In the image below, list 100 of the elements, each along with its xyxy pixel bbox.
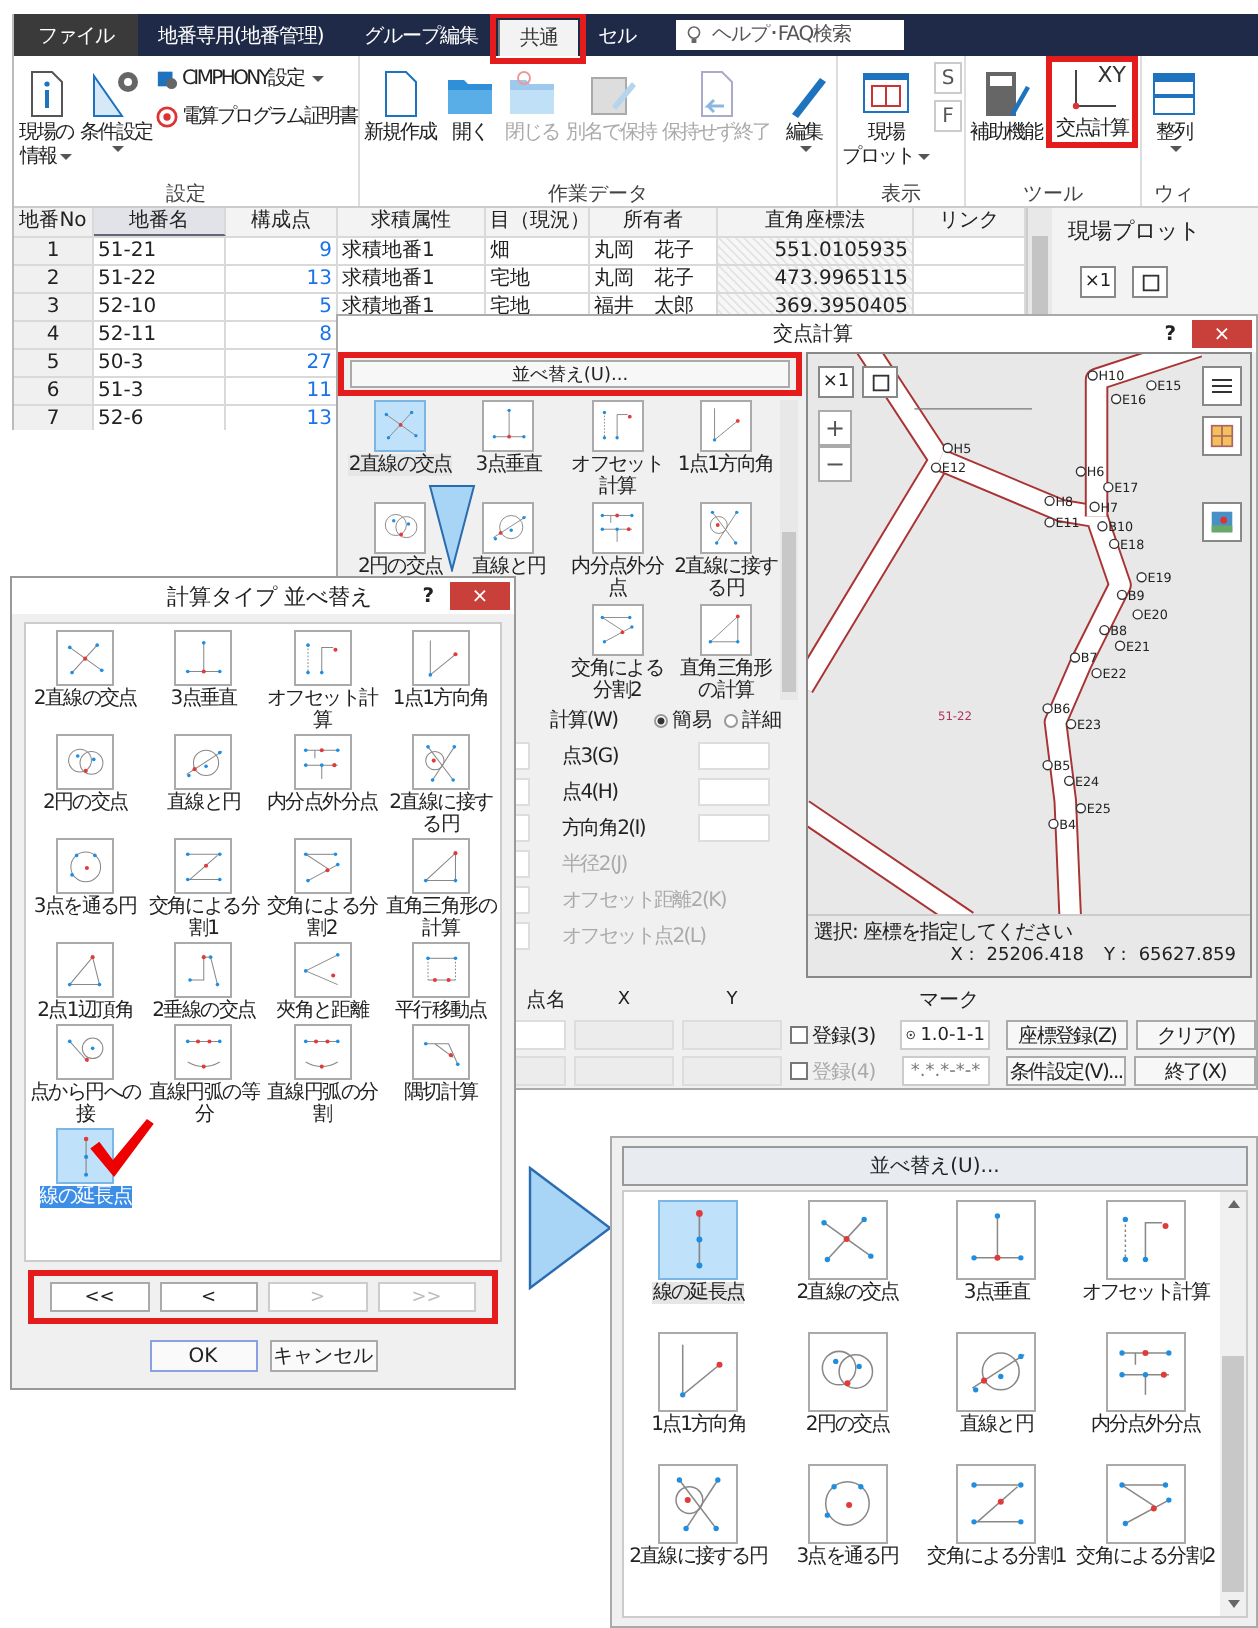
calculation-type-tile[interactable] bbox=[699, 400, 752, 452]
calculation-type-tile[interactable] bbox=[411, 734, 470, 790]
close-button[interactable]: × bbox=[1192, 320, 1252, 348]
calculation-type-tile[interactable] bbox=[293, 838, 352, 894]
survey-point-icon[interactable] bbox=[1091, 667, 1102, 679]
survey-point-icon[interactable] bbox=[1114, 640, 1126, 651]
calculation-type-tile[interactable] bbox=[807, 1464, 888, 1544]
calculation-type-tile[interactable] bbox=[293, 630, 352, 686]
frame-button[interactable] bbox=[862, 366, 898, 398]
calculation-type-tile[interactable] bbox=[56, 630, 115, 686]
scrollbar[interactable] bbox=[1220, 1192, 1246, 1616]
ribbon-button[interactable]: XY 交点計算 bbox=[1046, 56, 1139, 148]
column-header[interactable]: 地番名 bbox=[94, 208, 226, 236]
radio-option[interactable]: 詳細 bbox=[724, 706, 782, 734]
zoom-in-button[interactable]: + bbox=[818, 410, 852, 446]
calculation-type-tile[interactable] bbox=[411, 942, 470, 998]
calculation-type-tile[interactable] bbox=[293, 942, 352, 998]
survey-point-icon[interactable] bbox=[1065, 718, 1077, 730]
input-field[interactable] bbox=[574, 1056, 674, 1086]
column-header[interactable]: リンク bbox=[914, 208, 1026, 236]
input-field[interactable] bbox=[698, 778, 770, 806]
calculation-type-tile[interactable] bbox=[174, 942, 233, 998]
close-button[interactable]: × bbox=[450, 582, 510, 610]
calculation-type-tile[interactable] bbox=[699, 604, 752, 656]
calculation-type-tile[interactable] bbox=[174, 1024, 233, 1080]
calculation-type-tile[interactable] bbox=[807, 1200, 888, 1280]
survey-point-icon[interactable] bbox=[1069, 652, 1081, 663]
calculation-type-tile[interactable] bbox=[1105, 1200, 1186, 1280]
ribbon-button[interactable]: 開く bbox=[440, 62, 501, 150]
column-header[interactable]: 直角座標法 bbox=[718, 208, 914, 236]
column-header[interactable]: 構成点 bbox=[226, 208, 338, 236]
dialog-button[interactable]: 座標登録(Z) bbox=[1006, 1020, 1128, 1050]
ribbon-button[interactable]: F bbox=[934, 100, 963, 132]
calculation-type-tile[interactable] bbox=[591, 604, 644, 656]
calculation-type-tile[interactable] bbox=[174, 734, 233, 790]
calculation-type-tile[interactable] bbox=[293, 734, 352, 790]
column-header[interactable]: 目（現況） bbox=[486, 208, 590, 236]
survey-point-icon[interactable] bbox=[1087, 370, 1098, 381]
sort-button[interactable]: 並べ替え(U)... bbox=[622, 1146, 1248, 1186]
survey-point-icon[interactable] bbox=[1099, 624, 1110, 636]
ribbon-tab[interactable]: ファイル bbox=[14, 14, 138, 56]
calculation-type-tile[interactable] bbox=[658, 1332, 739, 1412]
calculation-type-tile[interactable] bbox=[411, 1024, 470, 1080]
calculation-type-tile[interactable] bbox=[56, 942, 115, 998]
ok-button[interactable]: OK bbox=[149, 1340, 257, 1372]
ribbon-button[interactable]: 電算プログラム証明書 bbox=[156, 100, 357, 132]
input-field[interactable] bbox=[682, 1056, 782, 1086]
calculation-type-tile[interactable] bbox=[411, 838, 470, 894]
ribbon-button[interactable]: 整列 bbox=[1144, 62, 1205, 156]
survey-point-icon[interactable] bbox=[1110, 393, 1122, 405]
image-button[interactable] bbox=[1202, 502, 1242, 542]
calculation-type-tile[interactable] bbox=[174, 630, 233, 686]
calculation-type-tile[interactable] bbox=[591, 400, 644, 452]
column-header[interactable]: 地番No bbox=[14, 208, 94, 236]
survey-point-icon[interactable] bbox=[1044, 517, 1055, 528]
scrollbar[interactable] bbox=[780, 400, 798, 700]
ribbon-tab[interactable]: グループ編集 bbox=[343, 14, 498, 56]
survey-point-icon[interactable] bbox=[942, 442, 953, 454]
ribbon-tab[interactable]: セル bbox=[577, 14, 656, 56]
calculation-type-tile[interactable] bbox=[956, 1464, 1037, 1544]
survey-point-icon[interactable] bbox=[1103, 481, 1114, 493]
mark-field[interactable]: 1.0-1-1 bbox=[900, 1020, 991, 1050]
ribbon-button[interactable]: 編集 bbox=[774, 62, 835, 156]
navigation-button[interactable]: << bbox=[50, 1282, 149, 1312]
calculation-type-tile[interactable] bbox=[658, 1464, 739, 1544]
survey-point-icon[interactable] bbox=[1109, 538, 1120, 550]
column-header[interactable]: 求積属性 bbox=[338, 208, 486, 236]
layout-button[interactable] bbox=[1202, 416, 1242, 456]
cancel-button[interactable]: キャンセル bbox=[269, 1340, 377, 1372]
calculation-type-tile[interactable] bbox=[956, 1200, 1037, 1280]
survey-point-icon[interactable] bbox=[1089, 501, 1100, 512]
calculation-type-tile[interactable] bbox=[293, 1024, 352, 1080]
ribbon-button[interactable]: 新規作成 bbox=[362, 62, 439, 150]
zoom-reset-button[interactable]: ×1 bbox=[1080, 266, 1116, 298]
ribbon-button[interactable]: 補助機能 bbox=[968, 62, 1045, 150]
ribbon-tab[interactable]: 地番専用(地番管理) bbox=[138, 14, 344, 56]
survey-point-icon[interactable] bbox=[1136, 572, 1147, 583]
survey-point-icon[interactable] bbox=[1132, 609, 1143, 620]
calculation-type-tile[interactable] bbox=[807, 1332, 888, 1412]
calculation-type-tile[interactable] bbox=[56, 734, 115, 790]
calculation-type-tile[interactable] bbox=[658, 1200, 739, 1280]
survey-point-icon[interactable] bbox=[930, 462, 942, 473]
calculation-type-tile[interactable] bbox=[411, 630, 470, 686]
help-button[interactable]: ? bbox=[406, 585, 450, 607]
input-field[interactable] bbox=[698, 742, 770, 770]
survey-point-icon[interactable] bbox=[1044, 495, 1055, 507]
calculation-type-tile[interactable] bbox=[374, 502, 427, 554]
ribbon-button[interactable]: S bbox=[934, 62, 963, 94]
ribbon-button[interactable]: 現場 プロット bbox=[840, 62, 933, 174]
calculation-type-tile[interactable] bbox=[482, 502, 535, 554]
calculation-type-tile[interactable] bbox=[56, 1128, 115, 1184]
calculation-type-tile[interactable] bbox=[56, 1024, 115, 1080]
ribbon-button[interactable]: CIMPHONY設定 bbox=[156, 62, 357, 94]
help-button[interactable]: ? bbox=[1148, 323, 1192, 345]
ribbon-button[interactable]: 現場の 情報 bbox=[16, 62, 76, 174]
zoom-reset-button[interactable]: ×1 bbox=[818, 366, 854, 398]
survey-point-icon[interactable] bbox=[1146, 380, 1157, 391]
radio-option[interactable]: 簡易 bbox=[654, 706, 712, 734]
checkbox[interactable]: 登録(3) bbox=[790, 1021, 893, 1049]
calculation-type-tile[interactable] bbox=[956, 1332, 1037, 1412]
